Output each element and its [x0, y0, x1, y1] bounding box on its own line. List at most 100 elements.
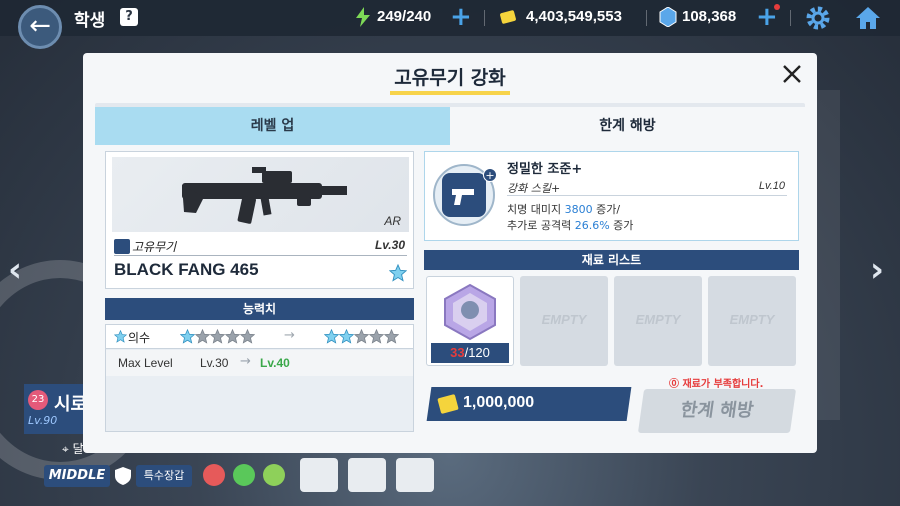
gear-icon[interactable]	[804, 4, 832, 32]
unique-weapon-icon	[114, 239, 130, 254]
partial-label: 달	[72, 442, 84, 456]
workbook-icon	[444, 283, 496, 341]
skill-subtitle: 강화 스킬+	[507, 182, 561, 195]
skill-desc-text: 증가	[609, 219, 634, 232]
material-list-header: 재료 리스트	[424, 250, 799, 270]
rifle-icon	[182, 167, 347, 224]
page-title: 학생	[74, 11, 106, 31]
material-slot-empty: EMPTY	[520, 276, 608, 366]
material-count: 33/120	[431, 343, 509, 363]
affection-level-badge: 23	[28, 390, 48, 410]
skill-desc-text: 증가/	[592, 203, 621, 216]
bottom-bar: ⌖ 달	[0, 442, 900, 506]
divider	[646, 10, 647, 26]
star-empty-icon	[368, 328, 385, 344]
divider	[790, 10, 791, 26]
star-filled-icon	[179, 328, 196, 344]
empty-label: EMPTY	[635, 312, 681, 327]
max-level-label: Max Level	[118, 356, 173, 370]
star-empty-icon	[353, 328, 370, 344]
max-level-to: Lv.40	[260, 356, 290, 370]
skill-desc-text: 치명 대미지	[507, 203, 565, 216]
star-empty-icon	[224, 328, 241, 344]
terrain-face-icon	[203, 464, 225, 486]
prev-arrow-icon[interactable]: ‹	[8, 250, 22, 290]
weapon-image: AR	[112, 157, 409, 232]
tab-content: AR 고유무기 Lv.30 BLACK FANG 465 능력치 의수 → Ma…	[95, 145, 805, 441]
ap-icon	[356, 7, 370, 27]
skill-description: 치명 대미지 3800 증가/ 추가로 공격력 26.6% 증가	[507, 202, 633, 234]
next-arrow-icon[interactable]: ›	[870, 250, 884, 290]
back-button[interactable]: ←	[18, 5, 62, 49]
weapon-class: AR	[384, 214, 401, 228]
weapon-name: BLACK FANG 465	[114, 260, 259, 279]
weapon-level: Lv.30	[374, 238, 405, 252]
armor-type-badge: 특수장갑	[136, 465, 192, 487]
dialog-body: 레벨 업 한계 해방 AR 고유무기 Lv.30 BLACK FANG 465 …	[95, 103, 805, 441]
terrain-row: 의수 →	[106, 325, 413, 349]
dialog-title: 고유무기 강화	[394, 67, 506, 89]
skill-desc-value: 3800	[564, 203, 593, 216]
terrain-label: 의수	[128, 331, 151, 345]
credit-icon	[500, 10, 516, 24]
voice-icon[interactable]	[396, 458, 434, 492]
star-empty-icon	[194, 328, 211, 344]
home-icon[interactable]	[854, 4, 882, 32]
shield-icon	[115, 467, 131, 485]
star-filled-icon	[338, 328, 355, 344]
notification-dot	[774, 4, 780, 10]
skill-level: Lv.10	[758, 180, 785, 192]
ap-add-button[interactable]: +	[450, 2, 472, 32]
skill-icon: +	[433, 164, 497, 226]
gem-icon	[659, 7, 677, 27]
cost-value: 1,000,000	[463, 394, 535, 411]
top-bar: ← 학생 ? 249/240 + 4,403,549,553 108,368 +	[0, 0, 900, 49]
terrain-from-stars	[179, 328, 256, 345]
max-level-from: Lv.30	[200, 356, 229, 370]
position-middle-badge: MIDDLE	[44, 465, 110, 487]
terrain-face-icon	[263, 464, 285, 486]
target-icon: ⌖ 달	[62, 442, 84, 456]
skill-card: + 정밀한 조준+ 강화 스킬+ Lv.10 치명 대미지 3800 증가/ 추…	[424, 151, 799, 241]
material-slot-empty: EMPTY	[708, 276, 796, 366]
tab-limit-break[interactable]: 한계 해방	[450, 107, 805, 145]
character-level: Lv.90	[28, 414, 58, 427]
empty-label: EMPTY	[729, 312, 775, 327]
insufficient-material-warning: ⓪ 재료가 부족합니다.	[669, 379, 764, 390]
star-icon	[114, 330, 127, 343]
weapon-type-row: 고유무기 Lv.30	[114, 238, 407, 256]
credit-value: 4,403,549,553	[526, 8, 622, 25]
gem-value: 108,368	[682, 8, 737, 25]
ap-value: 249/240	[377, 8, 432, 25]
material-have: 33	[450, 345, 465, 360]
material-slot-empty: EMPTY	[614, 276, 702, 366]
close-icon[interactable]	[781, 63, 803, 85]
limit-break-button[interactable]: 한계 해방	[637, 389, 797, 433]
pistol-icon	[442, 173, 486, 217]
material-slot[interactable]: 33/120	[426, 276, 514, 366]
skill-desc-value: 26.6%	[574, 219, 610, 232]
terrain-face-icon	[233, 464, 255, 486]
weapon-upgrade-dialog: 고유무기 강화 레벨 업 한계 해방 AR 고유무기 Lv.30 BLACK F…	[83, 53, 817, 453]
ability-box: 의수 → Max Level Lv.30 → Lv.40	[105, 324, 414, 432]
ability-header: 능력치	[105, 298, 414, 320]
star-empty-icon	[239, 328, 256, 344]
star-icon	[389, 264, 407, 282]
weapon-type-label: 고유무기	[132, 240, 177, 254]
document-icon[interactable]	[348, 458, 386, 492]
terrain-to-stars	[323, 328, 400, 345]
help-icon[interactable]: ?	[120, 8, 138, 26]
empty-label: EMPTY	[541, 312, 587, 327]
material-need: /120	[464, 345, 490, 360]
weapon-card: AR 고유무기 Lv.30 BLACK FANG 465	[105, 151, 414, 289]
arrow-right-icon: →	[240, 354, 251, 369]
skill-desc-text: 추가로 공격력	[507, 219, 575, 232]
star-empty-icon	[209, 328, 226, 344]
max-level-row: Max Level Lv.30 → Lv.40	[106, 350, 413, 376]
title-underline	[390, 91, 510, 95]
arrow-right-icon: →	[284, 328, 295, 343]
tab-level-up[interactable]: 레벨 업	[95, 107, 450, 145]
skill-subtitle-row: 강화 스킬+ Lv.10	[507, 180, 787, 196]
lock-icon[interactable]	[300, 458, 338, 492]
skill-name: 정밀한 조준+	[507, 162, 583, 177]
